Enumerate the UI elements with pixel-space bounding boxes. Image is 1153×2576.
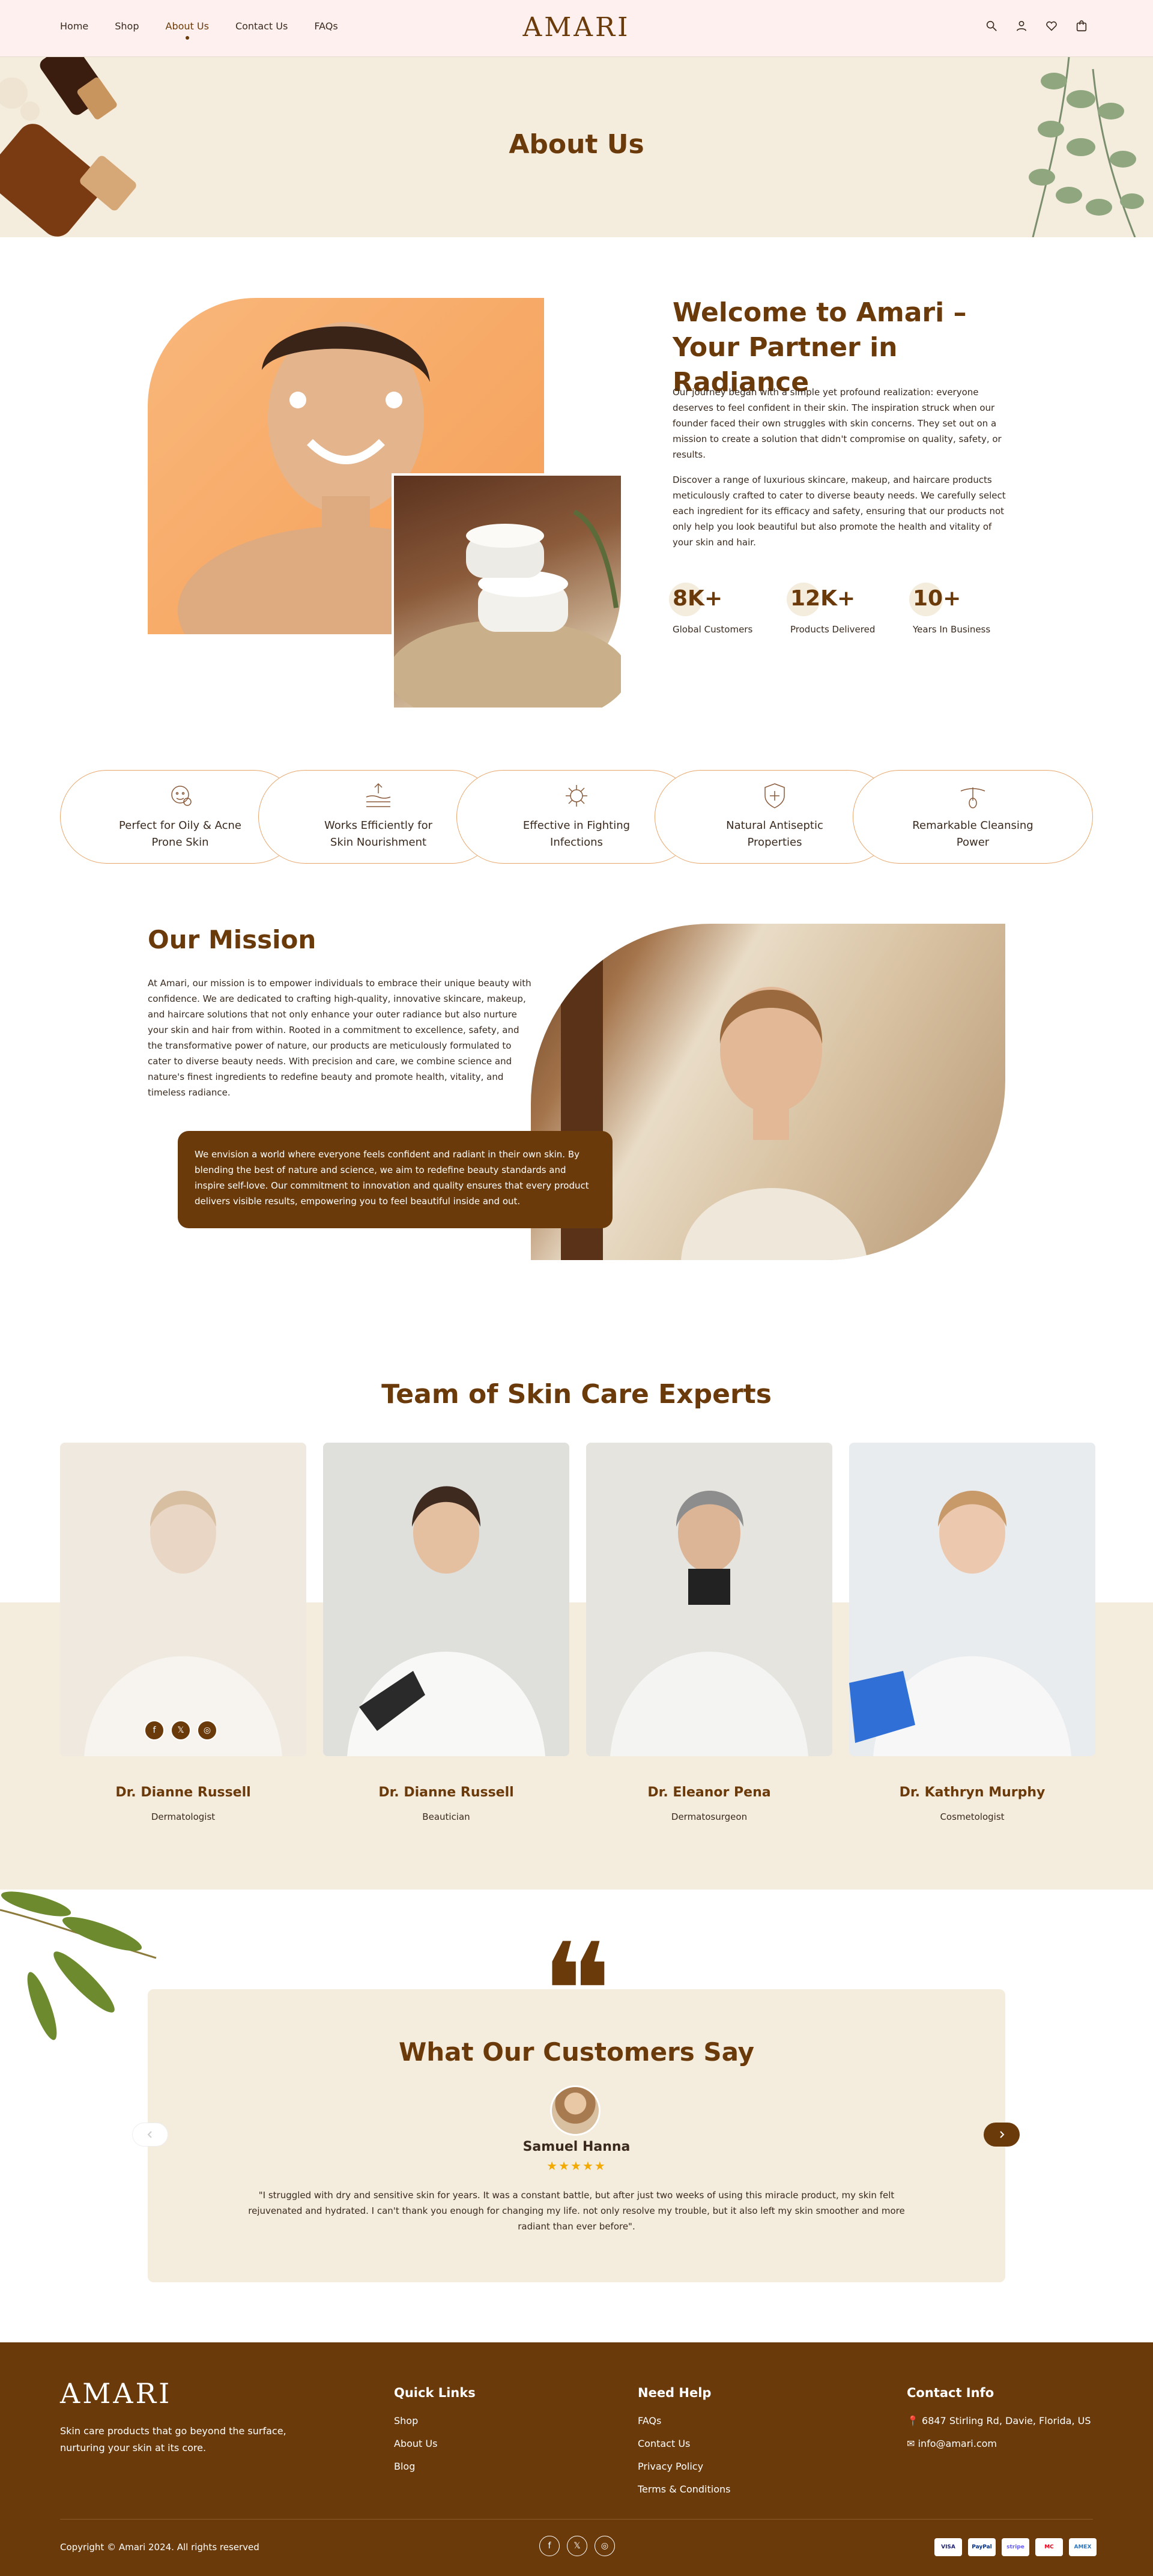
- face-icon: [171, 786, 192, 806]
- mastercard-icon: MC: [1035, 2538, 1063, 2556]
- footer-link-contact[interactable]: Contact Us: [638, 2432, 730, 2455]
- mail-icon: ✉: [907, 2438, 915, 2449]
- next-button[interactable]: [984, 2123, 1020, 2147]
- team-social-links: f 𝕏 ◎: [144, 1720, 217, 1741]
- hair-follicle-icon: [960, 787, 985, 808]
- team-member-role: Dermatosurgeon: [671, 1811, 748, 1822]
- footer-logo[interactable]: AMARI: [60, 2377, 172, 2410]
- feature-card-cleansing: Remarkable Cleansing Power: [853, 770, 1093, 864]
- cart-icon[interactable]: [1075, 19, 1088, 32]
- site-footer: AMARI Skin care products that go beyond …: [0, 2342, 1153, 2576]
- cream-jars-image: [388, 473, 628, 728]
- team-card-photo[interactable]: [323, 1443, 569, 1756]
- stat-number: 8K+: [668, 583, 752, 616]
- footer-link-terms[interactable]: Terms & Conditions: [638, 2478, 730, 2501]
- feature-label: Remarkable Cleansing Power: [912, 819, 1033, 849]
- footer-link-about[interactable]: About Us: [394, 2432, 437, 2455]
- welcome-paragraph-2: Discover a range of luxurious skincare, …: [673, 474, 1006, 548]
- welcome-paragraph-1: Our journey began with a simple yet prof…: [673, 387, 1002, 460]
- testimonial-text: "I struggled with dry and sensitive skin…: [248, 2190, 905, 2232]
- site-logo[interactable]: AMARI: [0, 12, 1153, 43]
- copyright-text: Copyright © Amari 2024. All rights reser…: [60, 2542, 259, 2553]
- stat-label: Global Customers: [673, 624, 753, 635]
- team-member-role: Cosmetologist: [940, 1811, 1005, 1822]
- stat-customers: 8K+ Global Customers: [668, 583, 753, 635]
- team-member-role: Beautician: [422, 1811, 470, 1822]
- stat-number: 12K+: [786, 583, 875, 616]
- stripe-icon: stripe: [1002, 2538, 1029, 2556]
- location-icon: 📍: [907, 2415, 919, 2426]
- x-icon[interactable]: 𝕏: [171, 1720, 191, 1741]
- footer-link-faqs[interactable]: FAQs: [638, 2410, 730, 2432]
- team-card-photo[interactable]: f 𝕏 ◎: [60, 1443, 306, 1756]
- footer-email[interactable]: ✉ info@amari.com: [907, 2432, 1091, 2455]
- footer-tagline: Skin care products that go beyond the su…: [60, 2425, 286, 2453]
- paypal-icon: PayPal: [968, 2538, 996, 2556]
- quote-icon: ❝: [540, 1915, 613, 2068]
- prev-button[interactable]: [132, 2123, 168, 2147]
- rating-stars: ★★★★★: [546, 2159, 607, 2173]
- stat-label: Years In Business: [913, 624, 991, 635]
- team-member-name: Dr. Kathryn Murphy: [899, 1785, 1046, 1800]
- facebook-icon[interactable]: f: [539, 2536, 560, 2556]
- payment-methods: VISA PayPal stripe MC AMEX: [934, 2538, 1097, 2556]
- amex-icon: AMEX: [1069, 2538, 1097, 2556]
- team-member-role: Dermatologist: [151, 1811, 216, 1822]
- visa-icon: VISA: [934, 2538, 962, 2556]
- team-title: Team of Skin Care Experts: [381, 1379, 772, 1410]
- reviewer-name: Samuel Hanna: [522, 2139, 631, 2154]
- contact-info-title: Contact Info: [907, 2386, 994, 2400]
- team-member-name: Dr. Dianne Russell: [115, 1785, 251, 1800]
- instagram-icon[interactable]: ◎: [197, 1720, 217, 1741]
- chevron-left-icon: [147, 2131, 152, 2138]
- stat-label: Products Delivered: [790, 624, 876, 635]
- chevron-right-icon: [1000, 2131, 1005, 2138]
- team-member-name: Dr. Eleanor Pena: [647, 1785, 771, 1800]
- quick-links: Shop About Us Blog: [394, 2410, 437, 2478]
- avatar: [550, 2085, 601, 2136]
- team-card-photo[interactable]: [849, 1443, 1095, 1756]
- footer-social-links: f 𝕏 ◎: [539, 2536, 615, 2556]
- shield-plus-icon: [764, 783, 785, 808]
- testimonials-title: What Our Customers Say: [398, 2037, 755, 2067]
- footer-link-privacy[interactable]: Privacy Policy: [638, 2455, 730, 2478]
- instagram-icon[interactable]: ◎: [595, 2536, 615, 2556]
- footer-link-blog[interactable]: Blog: [394, 2455, 437, 2478]
- footer-address: 📍 6847 Stirling Rd, Davie, Florida, US: [907, 2415, 1091, 2426]
- team-card-photo[interactable]: [586, 1443, 832, 1756]
- search-icon[interactable]: [985, 19, 998, 32]
- heart-icon[interactable]: [1045, 19, 1058, 32]
- skin-layers-icon: [366, 783, 391, 807]
- page-title: About Us: [509, 129, 644, 160]
- user-icon[interactable]: [1015, 19, 1028, 32]
- team-member-name: Dr. Dianne Russell: [378, 1785, 514, 1800]
- virus-icon: [566, 785, 587, 807]
- stat-number: 10+: [909, 583, 990, 616]
- site-header: Home Shop About Us Contact Us FAQs AMARI: [0, 0, 1153, 57]
- stat-products: 12K+ Products Delivered: [786, 583, 876, 635]
- footer-divider: [60, 2519, 1093, 2520]
- x-icon[interactable]: 𝕏: [567, 2536, 587, 2556]
- header-icons: [985, 19, 1088, 32]
- help-links: FAQs Contact Us Privacy Policy Terms & C…: [638, 2410, 730, 2501]
- footer-link-shop[interactable]: Shop: [394, 2410, 437, 2432]
- page-banner: About Us: [0, 57, 1153, 237]
- quick-links-title: Quick Links: [394, 2386, 476, 2400]
- stat-years: 10+ Years In Business: [909, 583, 991, 635]
- mission-text: At Amari, our mission is to empower indi…: [148, 978, 531, 1098]
- facebook-icon[interactable]: f: [144, 1720, 165, 1741]
- need-help-title: Need Help: [638, 2386, 712, 2400]
- mission-title: Our Mission: [148, 925, 316, 954]
- vision-box: We envision a world where everyone feels…: [178, 1131, 613, 1228]
- contact-info: 📍 6847 Stirling Rd, Davie, Florida, US ✉…: [907, 2410, 1091, 2455]
